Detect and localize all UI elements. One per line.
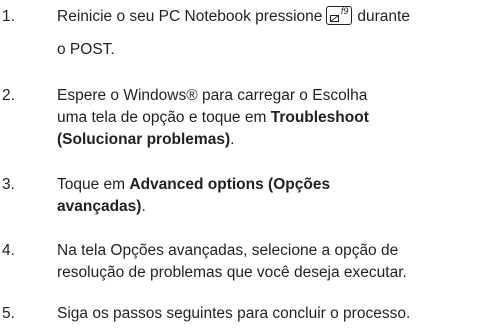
step-text-part: Toque em — [57, 176, 130, 193]
step-text-part: resolução de problemas que você deseja e… — [57, 264, 407, 281]
step-number: 1. — [2, 8, 15, 25]
step-text-bold: Advanced options (Opções — [129, 176, 331, 193]
step-text-part: Reinicie o seu PC Notebook pressione — [57, 8, 323, 25]
step-number: 5. — [2, 305, 15, 322]
step-text-part: . — [141, 198, 146, 215]
f9-key-icon: f9 — [326, 6, 353, 25]
step-text-part: Siga os passos seguintes para concluir o… — [57, 305, 411, 322]
step-text: Toque em Advanced options (Opções avança… — [57, 174, 489, 218]
step-text: Siga os passos seguintes para concluir o… — [57, 303, 489, 325]
step-text: Reinicie o seu PC Notebook pressione f9 du… — [57, 6, 489, 61]
step-text-bold: (Solucionar problemas) — [57, 131, 231, 148]
step-text-part: durante — [357, 8, 410, 25]
key-label: f9 — [340, 6, 349, 16]
step-text: Espere o Windows® para carregar o Escolh… — [57, 85, 489, 151]
step-text-part: Espere o Windows® para carregar o Escolh… — [57, 87, 368, 104]
step-number: 3. — [2, 176, 15, 193]
step-number: 4. — [2, 242, 15, 259]
step-text-part: . — [230, 131, 235, 148]
step-text: Na tela Opções avançadas, selecione a op… — [57, 240, 489, 284]
step-text-bold: avançadas) — [57, 198, 142, 215]
step-text-part: Na tela Opções avançadas, selecione a op… — [57, 242, 399, 259]
step-number: 2. — [2, 87, 15, 104]
step-text-part: o POST. — [57, 41, 115, 58]
step-text-bold: Troubleshoot — [270, 109, 369, 126]
step-text-part: uma tela de opção e toque em — [57, 109, 271, 126]
